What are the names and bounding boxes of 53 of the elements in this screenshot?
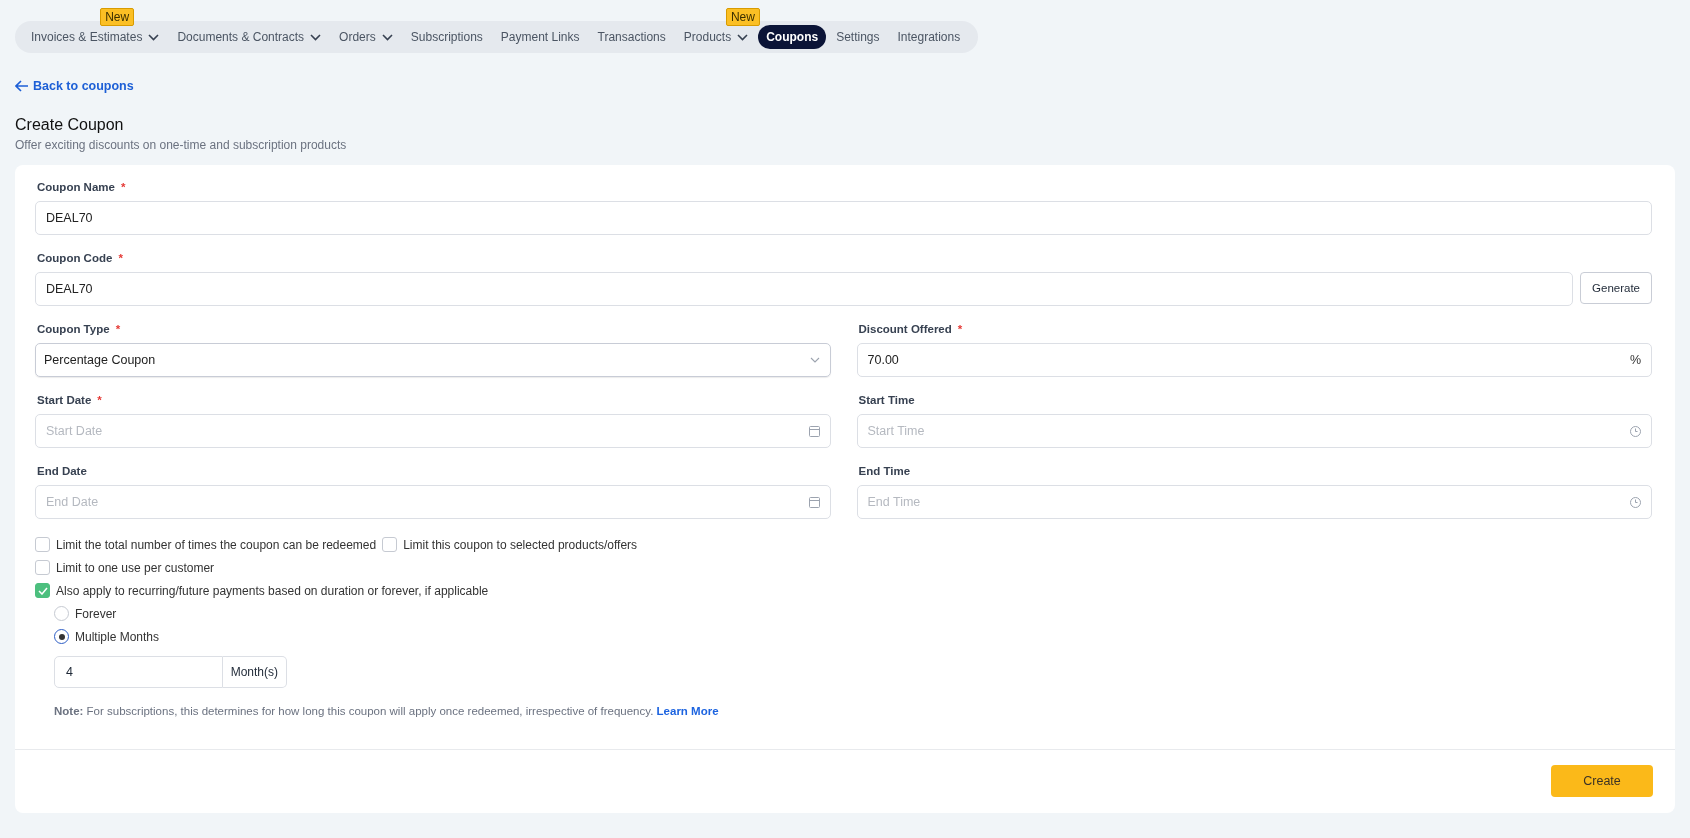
nav-tab[interactable]: Settings xyxy=(828,25,888,49)
nav-tab[interactable]: Invoices & Estimates xyxy=(23,25,168,49)
nav-tab[interactable]: Documents & Contracts xyxy=(169,25,330,49)
nav-tab[interactable]: Coupons xyxy=(758,25,827,49)
input-field[interactable]: DEAL70 xyxy=(35,272,1574,306)
nav-tab[interactable]: Payment Links xyxy=(492,25,588,49)
chevron-down-icon xyxy=(148,33,160,41)
dropdown-field[interactable]: Percentage Coupon xyxy=(35,343,831,377)
checkbox-label: Limit to one use per customer xyxy=(56,560,215,575)
checkbox[interactable] xyxy=(35,560,50,575)
field-label: Start Date * xyxy=(37,394,103,406)
create-button[interactable]: Create xyxy=(1551,765,1653,797)
field-label: End Time xyxy=(858,465,912,477)
learn-more-link[interactable]: Learn More xyxy=(656,705,719,717)
clock-icon xyxy=(1630,425,1641,437)
chevron-down-icon xyxy=(809,357,820,363)
input-field[interactable]: 70.00 % xyxy=(856,343,1652,377)
calendar-icon xyxy=(808,425,820,437)
back-link[interactable]: Back to coupons xyxy=(15,79,134,93)
new-badge: New xyxy=(100,8,135,26)
page-title: Create Coupon xyxy=(15,116,125,134)
nav-tab[interactable]: Integrations xyxy=(889,25,969,49)
checkbox-label: Limit this coupon to selected products/offers xyxy=(403,537,638,552)
new-badge: New xyxy=(725,8,760,26)
checkbox-label: Also apply to recurring/future payments based on duration or forever, if applicable xyxy=(56,583,489,598)
page-subtitle: Offer exciting discounts on one-time and subscription products xyxy=(15,138,348,152)
field-label: Start Time xyxy=(858,394,916,406)
field-label: Coupon Type * xyxy=(37,323,122,335)
nav-tab[interactable]: Orders xyxy=(331,25,401,49)
field-label: Coupon Name * xyxy=(37,181,127,193)
clock-icon xyxy=(1630,496,1641,508)
note-text: Note: For subscriptions, this determines for how long this coupon will apply once redeemed, irrespective of frequency. Learn More xyxy=(54,705,720,717)
months-input-field[interactable]: 4 xyxy=(54,656,223,688)
radio-label: Multiple Months xyxy=(75,629,160,644)
chevron-down-icon xyxy=(310,33,322,41)
checkbox[interactable] xyxy=(35,583,50,598)
checkbox[interactable] xyxy=(35,537,50,552)
arrow-left-icon xyxy=(15,80,29,92)
checkbox[interactable] xyxy=(382,537,398,552)
input-field[interactable]: DEAL70 xyxy=(35,201,1652,235)
generate-button[interactable]: Generate xyxy=(1580,272,1652,304)
radio-label: Forever xyxy=(75,606,117,621)
field-label: Discount Offered * xyxy=(858,323,964,335)
nav-tab[interactable]: Products xyxy=(675,25,757,49)
field-label: End Date xyxy=(37,465,88,477)
chevron-down-icon xyxy=(381,33,393,41)
nav-tab[interactable]: Transactions xyxy=(589,25,674,49)
field-label: Coupon Code * xyxy=(37,252,124,264)
calendar-icon xyxy=(808,496,820,508)
nav-tab[interactable]: Subscriptions xyxy=(402,25,491,49)
unit-label: Month(s) xyxy=(222,656,287,688)
chevron-down-icon xyxy=(737,33,749,41)
checkbox-label: Limit the total number of times the coupon can be redeemed xyxy=(56,537,377,552)
